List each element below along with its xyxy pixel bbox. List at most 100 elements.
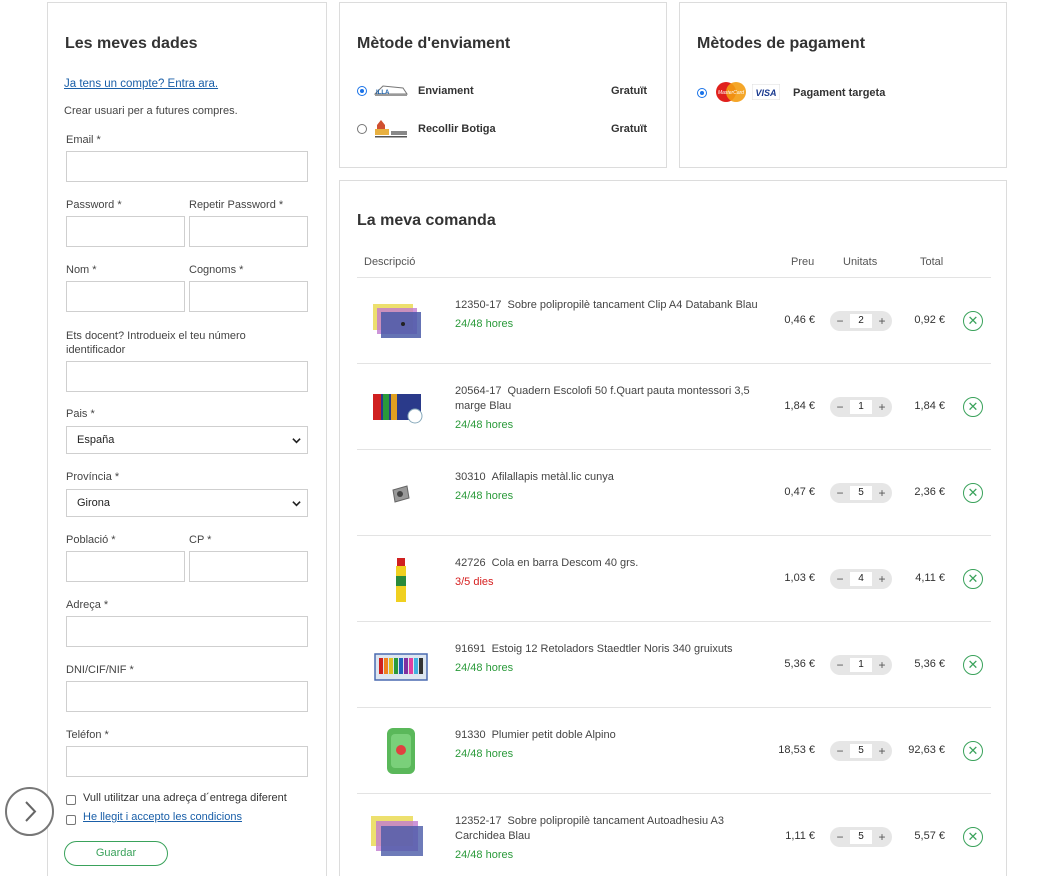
provincia-select-value: Girona bbox=[77, 497, 111, 509]
decrease-button[interactable]: − bbox=[832, 655, 848, 675]
product-name: Estoig 12 Retoladors Staedtler Noris 340… bbox=[491, 643, 733, 655]
payment-radio-card[interactable] bbox=[697, 88, 707, 98]
dni-field[interactable] bbox=[66, 681, 308, 712]
order-row: 91330 Plumier petit doble Alpino 24/48 ho… bbox=[357, 708, 991, 794]
product-name: Cola en barra Descom 40 grs. bbox=[491, 557, 639, 569]
header-price: Preu bbox=[791, 256, 815, 268]
product-image bbox=[392, 485, 410, 503]
decrease-button[interactable]: − bbox=[832, 827, 848, 847]
remove-item-button[interactable]: ✕ bbox=[963, 655, 983, 675]
remove-item-button[interactable]: ✕ bbox=[963, 741, 983, 761]
docent-id-field[interactable] bbox=[66, 361, 308, 392]
product-image bbox=[374, 653, 428, 681]
decrease-button[interactable]: − bbox=[832, 483, 848, 503]
poblacio-field[interactable] bbox=[66, 551, 185, 582]
remove-item-button[interactable]: ✕ bbox=[963, 569, 983, 589]
increase-button[interactable]: + bbox=[874, 741, 890, 761]
remove-item-button[interactable]: ✕ bbox=[963, 311, 983, 331]
product-code: 20564-17 bbox=[455, 385, 502, 397]
adreca-field[interactable] bbox=[66, 616, 308, 647]
personal-data-panel: Les meves dades Ja tens un compte? Entra… bbox=[47, 2, 327, 876]
unit-price: 1,03 € bbox=[784, 572, 815, 584]
visa-icon: VISA bbox=[752, 84, 780, 100]
provincia-select[interactable]: Girona bbox=[66, 489, 308, 517]
order-row: 12350-17 Sobre polipropilè tancament Clip… bbox=[357, 278, 991, 364]
pais-select[interactable]: España bbox=[66, 426, 308, 454]
store-icon bbox=[375, 120, 407, 138]
quantity-stepper: − 2 + bbox=[830, 311, 892, 331]
quantity-input[interactable]: 4 bbox=[850, 572, 872, 586]
availability-text: 24/48 hores bbox=[455, 662, 514, 674]
decrease-button[interactable]: − bbox=[832, 569, 848, 589]
increase-button[interactable]: + bbox=[874, 569, 890, 589]
availability-text: 24/48 hores bbox=[455, 490, 514, 502]
header-units: Unitats bbox=[843, 256, 878, 268]
line-total: 0,92 € bbox=[914, 314, 945, 326]
shipping-radio-store[interactable] bbox=[357, 124, 367, 134]
quantity-input[interactable]: 5 bbox=[850, 830, 872, 844]
unit-price: 5,36 € bbox=[784, 658, 815, 670]
line-total: 92,63 € bbox=[908, 744, 945, 756]
header-description: Descripció bbox=[364, 256, 416, 268]
decrease-button[interactable]: − bbox=[832, 741, 848, 761]
product-description: 12350-17 Sobre polipropilè tancament Clip… bbox=[455, 298, 765, 332]
email-label: Email * bbox=[66, 134, 101, 146]
cp-field[interactable] bbox=[189, 551, 308, 582]
terms-checkbox[interactable] bbox=[66, 815, 76, 825]
payment-panel: Mètodes de pagament MasterCard VISA Paga… bbox=[679, 2, 1007, 168]
product-description: 42726 Cola en barra Descom 40 grs. 3/5 di… bbox=[455, 556, 765, 590]
unit-price: 1,84 € bbox=[784, 400, 815, 412]
increase-button[interactable]: + bbox=[874, 311, 890, 331]
unit-price: 0,46 € bbox=[784, 314, 815, 326]
shipping-option-name: Recollir Botiga bbox=[418, 123, 496, 135]
save-button[interactable]: Guardar bbox=[64, 841, 168, 866]
line-total: 5,36 € bbox=[914, 658, 945, 670]
shipping-option-price: Gratuït bbox=[610, 85, 647, 97]
product-code: 30310 bbox=[455, 471, 486, 483]
repeat-password-field[interactable] bbox=[189, 216, 308, 247]
password-field[interactable] bbox=[66, 216, 185, 247]
product-description: 91691 Estoig 12 Retoladors Staedtler Nori… bbox=[455, 642, 765, 676]
order-row: 42726 Cola en barra Descom 40 grs. 3/5 di… bbox=[357, 536, 991, 622]
decrease-button[interactable]: − bbox=[832, 311, 848, 331]
create-user-note: Crear usuari per a futures compres. bbox=[64, 105, 238, 117]
next-slide-button[interactable] bbox=[5, 787, 54, 836]
line-total: 1,84 € bbox=[914, 400, 945, 412]
increase-button[interactable]: + bbox=[874, 397, 890, 417]
remove-item-button[interactable]: ✕ bbox=[963, 483, 983, 503]
product-code: 91330 bbox=[455, 729, 486, 741]
increase-button[interactable]: + bbox=[874, 483, 890, 503]
terms-link[interactable]: He llegit i accepto les condicions bbox=[83, 811, 242, 823]
decrease-button[interactable]: − bbox=[832, 397, 848, 417]
login-link[interactable]: Ja tens un compte? Entra ara. bbox=[64, 78, 218, 90]
alt-address-label: Vull utilitzar una adreça d´entrega dife… bbox=[83, 792, 287, 804]
increase-button[interactable]: + bbox=[874, 827, 890, 847]
quantity-stepper: − 5 + bbox=[830, 483, 892, 503]
order-row: 12352-17 Sobre polipropilè tancament Auto… bbox=[357, 794, 991, 876]
availability-text: 24/48 hores bbox=[455, 318, 514, 330]
cognoms-field[interactable] bbox=[189, 281, 308, 312]
quantity-input[interactable]: 2 bbox=[850, 314, 872, 328]
quantity-input[interactable]: 1 bbox=[850, 400, 872, 414]
cognoms-label: Cognoms * bbox=[189, 264, 244, 276]
product-description: 20564-17 Quadern Escolofi 50 f.Quart paut… bbox=[455, 384, 765, 433]
payment-title: Mètodes de pagament bbox=[697, 35, 866, 52]
email-field[interactable] bbox=[66, 151, 308, 182]
remove-item-button[interactable]: ✕ bbox=[963, 827, 983, 847]
product-code: 91691 bbox=[455, 643, 486, 655]
product-code: 42726 bbox=[455, 557, 486, 569]
header-total: Total bbox=[920, 256, 944, 268]
quantity-input[interactable]: 5 bbox=[850, 744, 872, 758]
increase-button[interactable]: + bbox=[874, 655, 890, 675]
quantity-input[interactable]: 1 bbox=[850, 658, 872, 672]
visa-text: VISA bbox=[755, 88, 776, 98]
remove-item-button[interactable]: ✕ bbox=[963, 397, 983, 417]
product-image bbox=[371, 816, 423, 856]
telefon-field[interactable] bbox=[66, 746, 308, 777]
product-image bbox=[373, 394, 423, 424]
alt-address-checkbox[interactable] bbox=[66, 795, 76, 805]
nom-field[interactable] bbox=[66, 281, 185, 312]
quantity-input[interactable]: 5 bbox=[850, 486, 872, 500]
shipping-radio-enviament[interactable] bbox=[357, 86, 367, 96]
availability-text: 24/48 hores bbox=[455, 748, 514, 760]
